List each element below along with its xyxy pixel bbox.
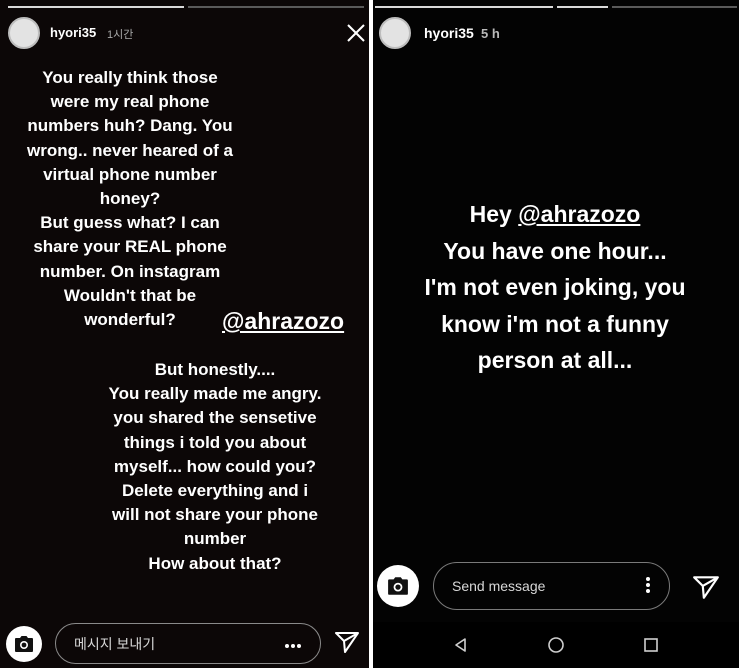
story-progress-segment-2 bbox=[557, 6, 608, 8]
message-input[interactable]: Send message bbox=[433, 562, 670, 610]
text-line: myself... how could you? bbox=[113, 456, 317, 476]
message-input[interactable]: 메시지 보내기 bbox=[55, 623, 321, 664]
text-line: But guess what? I can bbox=[40, 213, 220, 233]
story-text-paragraph-2: But honestly.... You really made me angr… bbox=[87, 358, 343, 576]
text-line: were my real phone bbox=[50, 92, 210, 112]
text-line: But honestly.... bbox=[154, 360, 276, 379]
text-line: know i'm not a funny bbox=[441, 310, 669, 337]
text-line: numbers huh? Dang. You bbox=[27, 116, 233, 136]
close-button[interactable] bbox=[345, 22, 367, 44]
text-line: Wouldn't that be bbox=[63, 285, 197, 305]
more-button[interactable] bbox=[645, 576, 651, 597]
camera-icon bbox=[388, 577, 408, 595]
text-line: share your REAL phone bbox=[33, 237, 227, 257]
text-line: number. On instagram bbox=[39, 261, 221, 281]
story-timestamp: 1시간 bbox=[107, 29, 134, 41]
text-line: wrong.. never heared of a bbox=[27, 140, 233, 160]
home-circle-icon bbox=[548, 637, 564, 653]
story-text: Hey @ahrazozo You have one hour... I'm n… bbox=[385, 196, 725, 379]
nav-home-button[interactable] bbox=[544, 633, 568, 657]
text-line: virtual phone number bbox=[43, 164, 217, 184]
right-story-panel: hyori35 5 h Hey @ahrazozo You have one h… bbox=[373, 0, 739, 668]
username[interactable]: hyori35 bbox=[424, 25, 474, 41]
avatar[interactable] bbox=[379, 17, 411, 49]
text-line: How about that? bbox=[148, 553, 282, 573]
nav-recent-button[interactable] bbox=[639, 633, 663, 657]
message-placeholder: Send message bbox=[452, 578, 546, 594]
camera-button[interactable] bbox=[6, 626, 42, 662]
left-story-panel: hyori35 1시간 You really think those were … bbox=[0, 0, 369, 668]
story-progress-segment-1 bbox=[8, 6, 184, 8]
story-progress-segment-3 bbox=[612, 6, 737, 8]
avatar[interactable] bbox=[8, 17, 40, 49]
story-timestamp: 5 h bbox=[481, 26, 500, 41]
camera-button[interactable] bbox=[377, 565, 419, 607]
text-line: I'm not even joking, you bbox=[424, 274, 686, 300]
text-line: person at all... bbox=[477, 347, 633, 373]
text-line: You really made me angry. bbox=[108, 384, 322, 404]
text-line: things i told you about bbox=[123, 432, 307, 452]
story-progress-segment-1 bbox=[375, 6, 553, 8]
text-line: number bbox=[183, 529, 247, 549]
text-line: wonderful? bbox=[84, 310, 176, 330]
back-triangle-icon bbox=[454, 638, 466, 652]
mention-sticker[interactable]: @ahrazozo bbox=[222, 308, 344, 335]
nav-back-button[interactable] bbox=[449, 633, 473, 657]
close-icon bbox=[347, 24, 365, 42]
text-line: You really think those bbox=[42, 68, 218, 87]
text-line: you shared the sensetive bbox=[113, 408, 317, 428]
camera-icon bbox=[15, 636, 33, 652]
send-button[interactable] bbox=[334, 630, 360, 654]
send-button[interactable] bbox=[692, 574, 720, 600]
message-placeholder: 메시지 보내기 bbox=[74, 635, 156, 652]
text-line: You have one hour... bbox=[443, 237, 667, 264]
text-line: will not share your phone bbox=[112, 505, 318, 525]
send-icon bbox=[693, 576, 719, 599]
more-dots-icon bbox=[285, 643, 301, 648]
send-icon bbox=[335, 632, 359, 653]
mention-sticker[interactable]: @ahrazozo bbox=[518, 201, 640, 227]
android-nav-bar bbox=[373, 622, 739, 668]
more-vertical-icon bbox=[646, 576, 650, 593]
greeting-text: Hey bbox=[469, 201, 519, 227]
text-line: honey? bbox=[99, 189, 161, 209]
greeting-line: Hey @ahrazozo bbox=[385, 196, 725, 233]
story-text-paragraph-1: You really think those were my real phon… bbox=[2, 66, 258, 332]
story-progress-segment-2 bbox=[188, 6, 364, 8]
username[interactable]: hyori35 bbox=[50, 25, 96, 40]
more-button[interactable] bbox=[284, 636, 302, 652]
recent-square-icon bbox=[644, 638, 659, 652]
text-line: Delete everything and i bbox=[121, 481, 309, 501]
